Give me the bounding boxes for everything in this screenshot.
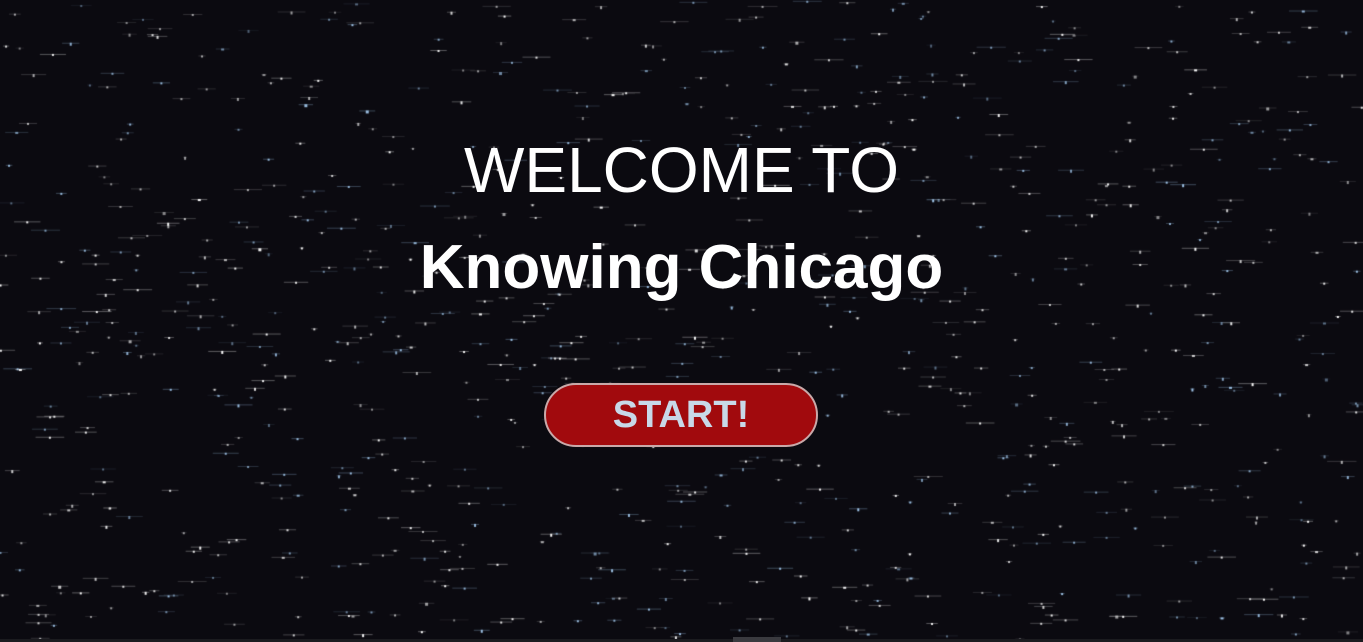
welcome-prefix: WELCOME TO bbox=[463, 134, 900, 206]
page-title: Knowing Chicago bbox=[419, 233, 944, 302]
scrollbar-thumb[interactable] bbox=[733, 637, 781, 642]
welcome-screen: WELCOME TO Knowing Chicago START! bbox=[0, 0, 1363, 642]
start-button[interactable]: START! bbox=[544, 383, 818, 447]
starfield-background bbox=[0, 0, 1363, 642]
